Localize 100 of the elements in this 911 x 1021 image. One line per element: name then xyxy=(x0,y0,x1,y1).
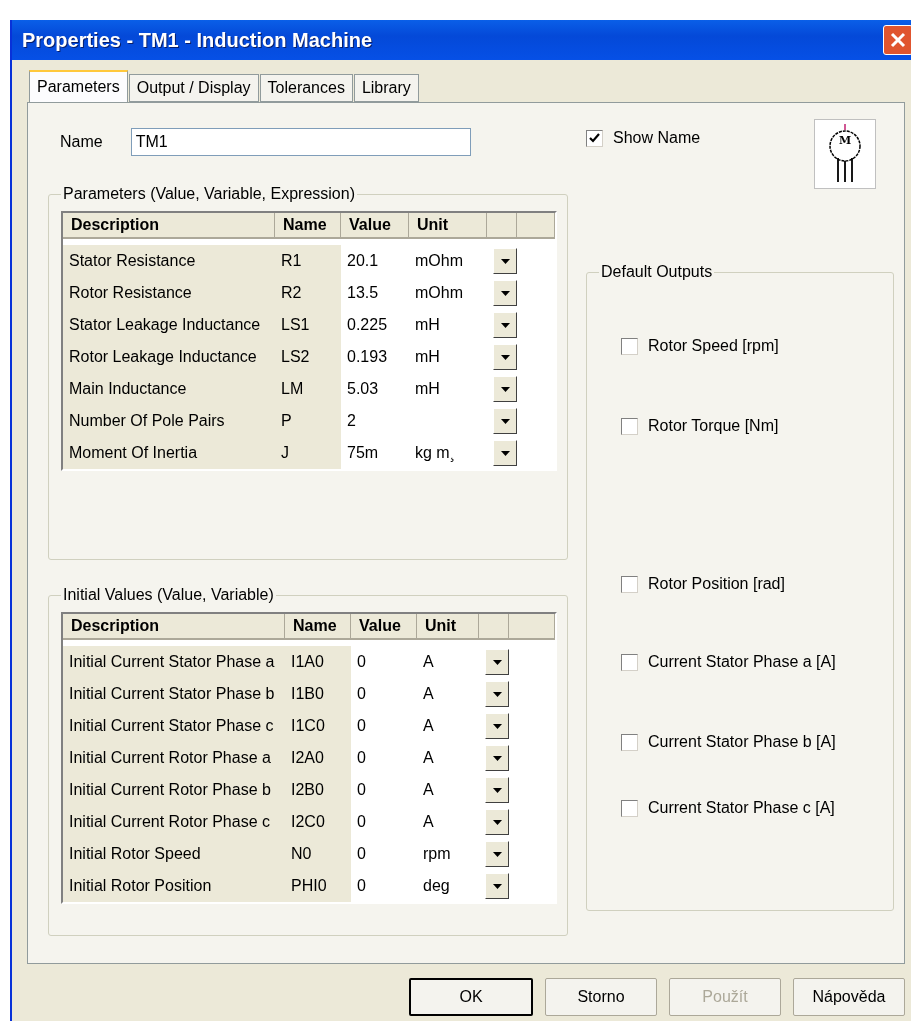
dropdown-button[interactable] xyxy=(493,408,517,434)
table-cell: Initial Current Rotor Phase c xyxy=(63,806,285,838)
dropdown-arrow-icon xyxy=(500,450,510,456)
name-field[interactable]: TM1 xyxy=(130,128,471,156)
table-cell: J xyxy=(275,437,341,469)
column-header: Description xyxy=(63,213,275,239)
column-header: Description xyxy=(63,614,285,640)
checkbox[interactable] xyxy=(621,417,638,435)
table-cell: R1 xyxy=(275,245,341,277)
checkbox[interactable] xyxy=(621,575,638,593)
dropdown-button[interactable] xyxy=(485,873,509,899)
dropdown-arrow-icon xyxy=(500,290,510,296)
dropdown-button[interactable] xyxy=(493,440,517,466)
checkbox[interactable] xyxy=(621,337,638,355)
checkbox-label: Rotor Position [rad] xyxy=(648,575,785,593)
dropdown-arrow-icon xyxy=(500,418,510,424)
dropdown-button[interactable] xyxy=(493,248,517,274)
table-cell: LS2 xyxy=(275,341,341,373)
dropdown-arrow-icon xyxy=(500,354,510,360)
table-cell: I1B0 xyxy=(285,678,351,710)
table-cell: LS1 xyxy=(275,309,341,341)
checkbox-label: Rotor Torque [Nm] xyxy=(648,417,779,435)
table-cell: Main Inductance xyxy=(63,373,275,405)
dropdown-button[interactable] xyxy=(485,713,509,739)
dropdown-button[interactable] xyxy=(485,841,509,867)
table-cell: I2B0 xyxy=(285,774,351,806)
dropdown-button[interactable] xyxy=(485,745,509,771)
dropdown-button[interactable] xyxy=(485,649,509,675)
table-cell: PHI0 xyxy=(285,870,351,902)
group-title: Parameters (Value, Variable, Expression) xyxy=(62,185,356,203)
table-cell: Rotor Leakage Inductance xyxy=(63,341,275,373)
checkbox-label: Rotor Speed [rpm] xyxy=(648,337,779,355)
dialog-button[interactable]: OK xyxy=(409,978,533,1016)
close-button[interactable] xyxy=(883,25,911,55)
checkbox-label: Show Name xyxy=(613,129,701,147)
column-header: Name xyxy=(285,614,351,640)
checkbox[interactable] xyxy=(621,653,638,671)
table-cell: Number Of Pole Pairs xyxy=(63,405,275,437)
checkbox[interactable] xyxy=(586,129,603,147)
dropdown-arrow-icon xyxy=(492,659,502,665)
dropdown-button[interactable] xyxy=(485,777,509,803)
dropdown-button[interactable] xyxy=(493,312,517,338)
tab[interactable]: Output / Display xyxy=(128,74,259,102)
dialog-button[interactable]: Nápověda xyxy=(793,978,905,1016)
dropdown-button[interactable] xyxy=(485,681,509,707)
dropdown-arrow-icon xyxy=(492,819,502,825)
dropdown-button[interactable] xyxy=(485,809,509,835)
table-cell: Initial Current Stator Phase b xyxy=(63,678,285,710)
table-cell: N0 xyxy=(285,838,351,870)
table-cell: Initial Current Stator Phase c xyxy=(63,710,285,742)
dropdown-arrow-icon xyxy=(492,787,502,793)
close-icon xyxy=(890,32,906,48)
table-cell: I2C0 xyxy=(285,806,351,838)
dropdown-button[interactable] xyxy=(493,376,517,402)
column-header-blank xyxy=(517,213,555,239)
table-cell: Initial Current Rotor Phase a xyxy=(63,742,285,774)
dropdown-arrow-icon xyxy=(492,755,502,761)
tab[interactable]: Library xyxy=(353,74,419,102)
checkbox[interactable] xyxy=(621,733,638,751)
table-cell: LM xyxy=(275,373,341,405)
table-cell: Moment Of Inertia xyxy=(63,437,275,469)
table-cell: Initial Rotor Position xyxy=(63,870,285,902)
window-title: Properties - TM1 - Induction Machine xyxy=(22,28,373,52)
table-cell: I1A0 xyxy=(285,646,351,678)
field-label: Name xyxy=(60,133,103,151)
column-header: Value xyxy=(341,213,409,239)
checkbox[interactable] xyxy=(621,799,638,817)
dropdown-arrow-icon xyxy=(492,851,502,857)
table-cell: Rotor Resistance xyxy=(63,277,275,309)
tab[interactable]: Parameters xyxy=(29,70,128,102)
column-header-blank xyxy=(487,213,517,239)
checkbox-label: Current Stator Phase c [A] xyxy=(648,799,835,817)
column-header: Value xyxy=(351,614,417,640)
table-cell: Initial Current Rotor Phase b xyxy=(63,774,285,806)
dropdown-arrow-icon xyxy=(492,883,502,889)
table-cell: I2A0 xyxy=(285,742,351,774)
table-cell: R2 xyxy=(275,277,341,309)
group-title: Initial Values (Value, Variable) xyxy=(62,586,275,604)
checkbox-label: Current Stator Phase a [A] xyxy=(648,653,836,671)
dropdown-arrow-icon xyxy=(492,691,502,697)
dropdown-button[interactable] xyxy=(493,280,517,306)
checkbox-label: Current Stator Phase b [A] xyxy=(648,733,836,751)
column-header: Name xyxy=(275,213,341,239)
dropdown-arrow-icon xyxy=(500,386,510,392)
table-cell: Stator Leakage Inductance xyxy=(63,309,275,341)
table-cell: I1C0 xyxy=(285,710,351,742)
column-header: Unit xyxy=(417,614,479,640)
dropdown-arrow-icon xyxy=(492,723,502,729)
table-cell: Stator Resistance xyxy=(63,245,275,277)
dropdown-button[interactable] xyxy=(493,344,517,370)
dropdown-arrow-icon xyxy=(500,258,510,264)
column-header: Unit xyxy=(409,213,487,239)
group-title: Default Outputs xyxy=(600,263,714,281)
dialog-button[interactable]: Storno xyxy=(545,978,657,1016)
dropdown-arrow-icon xyxy=(500,322,510,328)
table-cell: Initial Rotor Speed xyxy=(63,838,285,870)
table-cell: Initial Current Stator Phase a xyxy=(63,646,285,678)
tab[interactable]: Tolerances xyxy=(259,74,353,102)
symbol-letter: M xyxy=(838,134,852,147)
table-cell: P xyxy=(275,405,341,437)
